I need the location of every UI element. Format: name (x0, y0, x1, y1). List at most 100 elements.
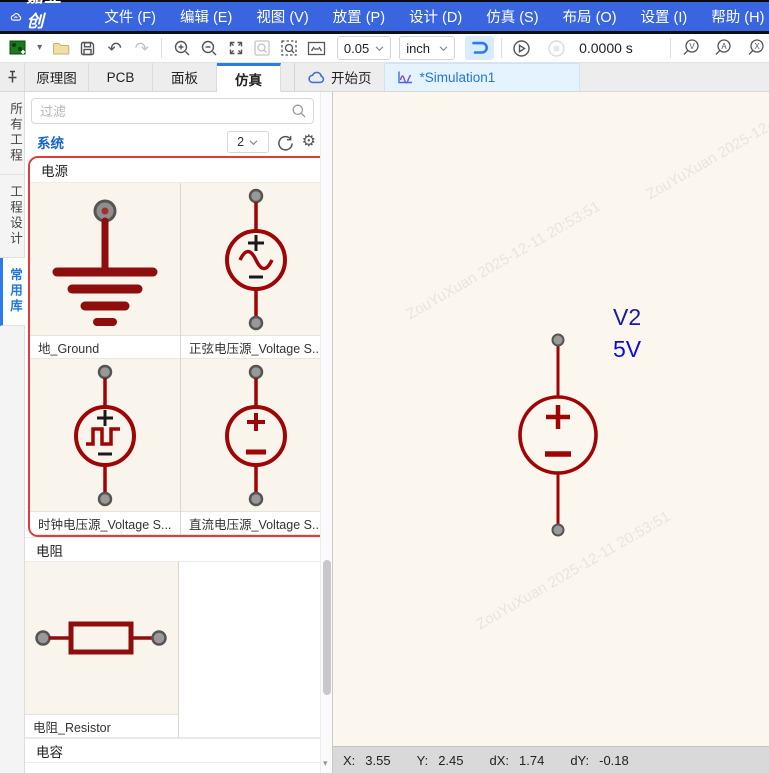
menu-view[interactable]: 视图 (V) (244, 6, 320, 27)
undo-icon: ↶ (108, 40, 122, 57)
watermark-text: ZouYuXuan 2025-12-11 20:53:51 (644, 92, 769, 203)
wire-probe-icon (470, 39, 490, 57)
waveform-icon (397, 70, 414, 85)
unit-select[interactable]: inch (399, 36, 455, 60)
cursor-y-value: 2.45 (438, 753, 463, 768)
unit-value: inch (406, 41, 430, 56)
new-project-button[interactable] (6, 36, 31, 60)
gear-icon[interactable]: ⚙ (302, 134, 316, 150)
eda-application-window: 嘉立创EDA 文件 (F) 编辑 (E) 视图 (V) 放置 (P) 设计 (D… (0, 0, 769, 773)
component-pin-bottom[interactable] (553, 525, 564, 536)
zoom-region-icon (280, 39, 298, 57)
library-source-tab[interactable]: 系统 (37, 132, 64, 152)
measure-button[interactable] (304, 36, 329, 60)
voltage-probe-button[interactable]: V (678, 36, 703, 60)
chevron-down-icon (249, 139, 258, 146)
refresh-icon[interactable] (277, 134, 294, 151)
library-item-clock-voltage-source[interactable]: 时钟电压源_Voltage S... (30, 359, 181, 535)
library-item-resistor[interactable]: 电阻_Resistor (25, 562, 179, 738)
scrollbar-thumb[interactable] (323, 560, 331, 695)
menu-file[interactable]: 文件 (F) (92, 6, 168, 27)
current-probe-button[interactable]: A (711, 36, 736, 60)
toolbar-separator (501, 38, 502, 58)
schematic-canvas[interactable]: ZouYuXuan 2025-12-11 20:53:51 ZouYuXuan … (333, 92, 769, 746)
library-item-ground[interactable]: 地_Ground (30, 183, 181, 359)
tab-schematic[interactable]: 原理图 (25, 63, 89, 91)
voltage-probe-icon: V (681, 38, 701, 58)
tab-panel[interactable]: 面板 (153, 63, 217, 91)
menu-edit[interactable]: 编辑 (E) (168, 6, 244, 27)
sidebar-item-common-library[interactable]: 常用库 (0, 258, 25, 326)
undo-button[interactable]: ↶ (102, 36, 127, 60)
tab-pcb[interactable]: PCB (89, 63, 153, 91)
dc-source-preview[interactable] (181, 359, 329, 511)
cursor-x-label: X: (343, 753, 355, 768)
resistor-preview[interactable] (25, 562, 178, 714)
library-item-dc-voltage-source[interactable]: 直流电压源_Voltage S... (181, 359, 329, 535)
save-button[interactable] (75, 36, 100, 60)
clock-source-preview[interactable] (30, 359, 180, 511)
save-icon (79, 40, 96, 57)
menu-layout[interactable]: 布局 (O) (551, 6, 629, 27)
library-item-label: 正弦电压源_Voltage S... (181, 335, 329, 359)
new-project-dropdown[interactable]: ▾ (33, 36, 46, 60)
doc-tab-simulation1[interactable]: *Simulation1 (384, 63, 580, 91)
component-designator-label[interactable]: V2 (613, 302, 641, 332)
pin-panel-button[interactable] (0, 63, 25, 91)
ground-symbol-preview[interactable] (30, 183, 180, 335)
chevron-down-icon (375, 45, 384, 52)
stop-simulation-button[interactable] (544, 36, 569, 60)
simulation-time: 0.0000 s (579, 40, 649, 56)
filter-input[interactable] (32, 99, 313, 123)
column-count-select[interactable]: 2 (227, 131, 269, 153)
library-item-label: 电阻_Resistor (25, 714, 178, 738)
component-pin-top[interactable] (553, 335, 564, 346)
menu-help[interactable]: 帮助 (H) (699, 6, 769, 27)
zoom-fit-button[interactable] (223, 36, 248, 60)
component-value-label[interactable]: 5V (613, 334, 641, 364)
status-bar: X: 3.55 Y: 2.45 dX: 1.74 dY: -0.18 (333, 746, 769, 773)
sine-voltage-source-icon (181, 184, 329, 334)
svg-text:V: V (689, 42, 695, 51)
zoom-out-button[interactable] (196, 36, 221, 60)
grid-size-select[interactable]: 0.05 (337, 36, 391, 60)
redo-button[interactable]: ↷ (129, 36, 154, 60)
dc-voltage-source-icon (181, 360, 329, 510)
open-button[interactable] (48, 36, 73, 60)
menu-settings[interactable]: 设置 (I) (629, 6, 700, 27)
dc-voltage-source-component[interactable] (498, 332, 618, 538)
zoom-out-icon (200, 39, 218, 57)
cursor-y-label: Y: (417, 753, 429, 768)
zoom-selection-button[interactable] (250, 36, 275, 60)
power-category-grid: 地_Ground (30, 183, 327, 535)
measure-icon (307, 40, 326, 57)
scrollbar-down-arrow[interactable]: ▾ (323, 758, 328, 769)
library-item-empty (179, 562, 333, 738)
category-header-resistor[interactable]: 电阻 (25, 537, 332, 562)
pushpin-icon (6, 70, 19, 84)
run-simulation-button[interactable] (509, 36, 534, 60)
tab-simulation[interactable]: 仿真 (217, 63, 281, 92)
library-item-sine-voltage-source[interactable]: 正弦电压源_Voltage S... (181, 183, 329, 359)
library-scrollbar[interactable]: ▾ (320, 92, 332, 773)
svg-text:A: A (722, 42, 728, 51)
menu-simulation[interactable]: 仿真 (S) (474, 6, 550, 27)
sine-source-preview[interactable] (181, 183, 329, 335)
library-panel: 系统 2 ⚙ 电源 (25, 92, 333, 773)
category-header-power[interactable]: 电源 (30, 158, 327, 183)
doc-tab-label: 开始页 (331, 67, 372, 87)
filter-input-wrapper (31, 98, 314, 124)
cursor-dy-value: -0.18 (599, 753, 629, 768)
menu-place[interactable]: 放置 (P) (321, 6, 397, 27)
category-header-capacitor[interactable]: 电容 (25, 738, 332, 763)
doc-tab-start-page[interactable]: 开始页 (295, 63, 384, 91)
zoom-region-button[interactable] (277, 36, 302, 60)
zoom-in-button[interactable] (169, 36, 194, 60)
menu-design[interactable]: 设计 (D) (397, 6, 474, 27)
sidebar-item-all-projects[interactable]: 所有工程 (0, 92, 25, 175)
filter-row (25, 92, 332, 128)
wire-probe-button[interactable] (465, 36, 494, 60)
ground-symbol-icon (30, 184, 180, 334)
remove-probe-button[interactable]: X (744, 36, 769, 60)
sidebar-item-project-design[interactable]: 工程设计 (0, 175, 25, 258)
